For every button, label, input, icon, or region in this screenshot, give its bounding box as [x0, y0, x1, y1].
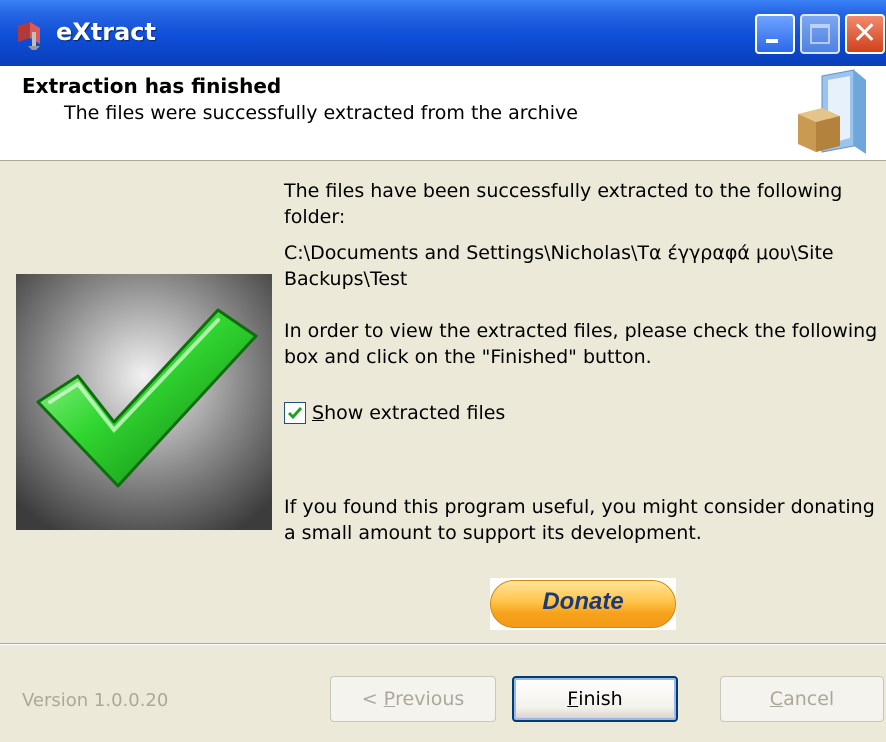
cancel-button[interactable]: Cancel	[720, 676, 884, 722]
show-extracted-files-option[interactable]: Show extracted files	[284, 400, 505, 426]
donation-line-1: If you found this program useful, you mi…	[284, 496, 875, 518]
folder-package-icon	[792, 66, 878, 158]
donate-label: Donate	[542, 588, 624, 615]
previous-accel: P	[383, 688, 396, 710]
success-message-line-1: The files have been successfully extract…	[284, 180, 843, 202]
maximize-button[interactable]	[800, 14, 840, 54]
donation-message: If you found this program useful, you mi…	[284, 494, 884, 546]
minimize-button[interactable]	[755, 14, 795, 54]
app-icon	[14, 18, 48, 52]
green-checkmark-icon	[16, 274, 272, 530]
instruction-line-2: box and click on the "Finished" button.	[284, 346, 652, 368]
finish-button[interactable]: Finish	[512, 676, 678, 722]
title-bar[interactable]: eXtract ✕	[0, 0, 886, 66]
donation-line-2: a small amount to support its developmen…	[284, 522, 702, 544]
finish-accel: F	[567, 688, 579, 710]
show-extracted-files-label[interactable]: Show extracted files	[312, 402, 505, 424]
wizard-header: Extraction has finished The files were s…	[0, 66, 886, 161]
cancel-accel: C	[769, 688, 784, 710]
extraction-path-line-2: Backups\Test	[284, 268, 408, 290]
close-button[interactable]: ✕	[845, 14, 885, 54]
header-subtitle: The files were successfully extracted fr…	[64, 102, 578, 124]
show-extracted-files-checkbox[interactable]	[284, 402, 306, 424]
accel-s: S	[312, 402, 325, 424]
cancel-rest: ancel	[783, 688, 835, 710]
checkmark-icon	[287, 407, 303, 420]
finish-rest: inish	[578, 688, 623, 710]
success-message-line-2: folder:	[284, 206, 346, 228]
previous-rest: revious	[395, 688, 465, 710]
label-rest: how extracted files	[324, 402, 506, 424]
close-icon: ✕	[852, 16, 878, 51]
extract-window: eXtract ✕ Extraction has finished The fi…	[0, 0, 886, 742]
version-label: Version 1.0.0.20	[22, 690, 169, 711]
donate-button[interactable]: Donate	[490, 578, 676, 630]
maximize-icon	[810, 24, 830, 44]
header-title: Extraction has finished	[22, 74, 282, 98]
previous-button[interactable]: < Previous	[330, 676, 496, 722]
minimize-icon	[766, 39, 778, 43]
window-title: eXtract	[56, 18, 156, 46]
success-message: The files have been successfully extract…	[284, 178, 884, 230]
footer-separator	[0, 643, 886, 645]
extraction-path-line-1: C:\Documents and Settings\Nicholas\Τα έγ…	[284, 242, 834, 264]
previous-prefix: <	[361, 688, 384, 710]
instruction-message: In order to view the extracted files, pl…	[284, 318, 884, 370]
extraction-path: C:\Documents and Settings\Nicholas\Τα έγ…	[284, 240, 884, 292]
instruction-line-1: In order to view the extracted files, pl…	[284, 320, 878, 342]
